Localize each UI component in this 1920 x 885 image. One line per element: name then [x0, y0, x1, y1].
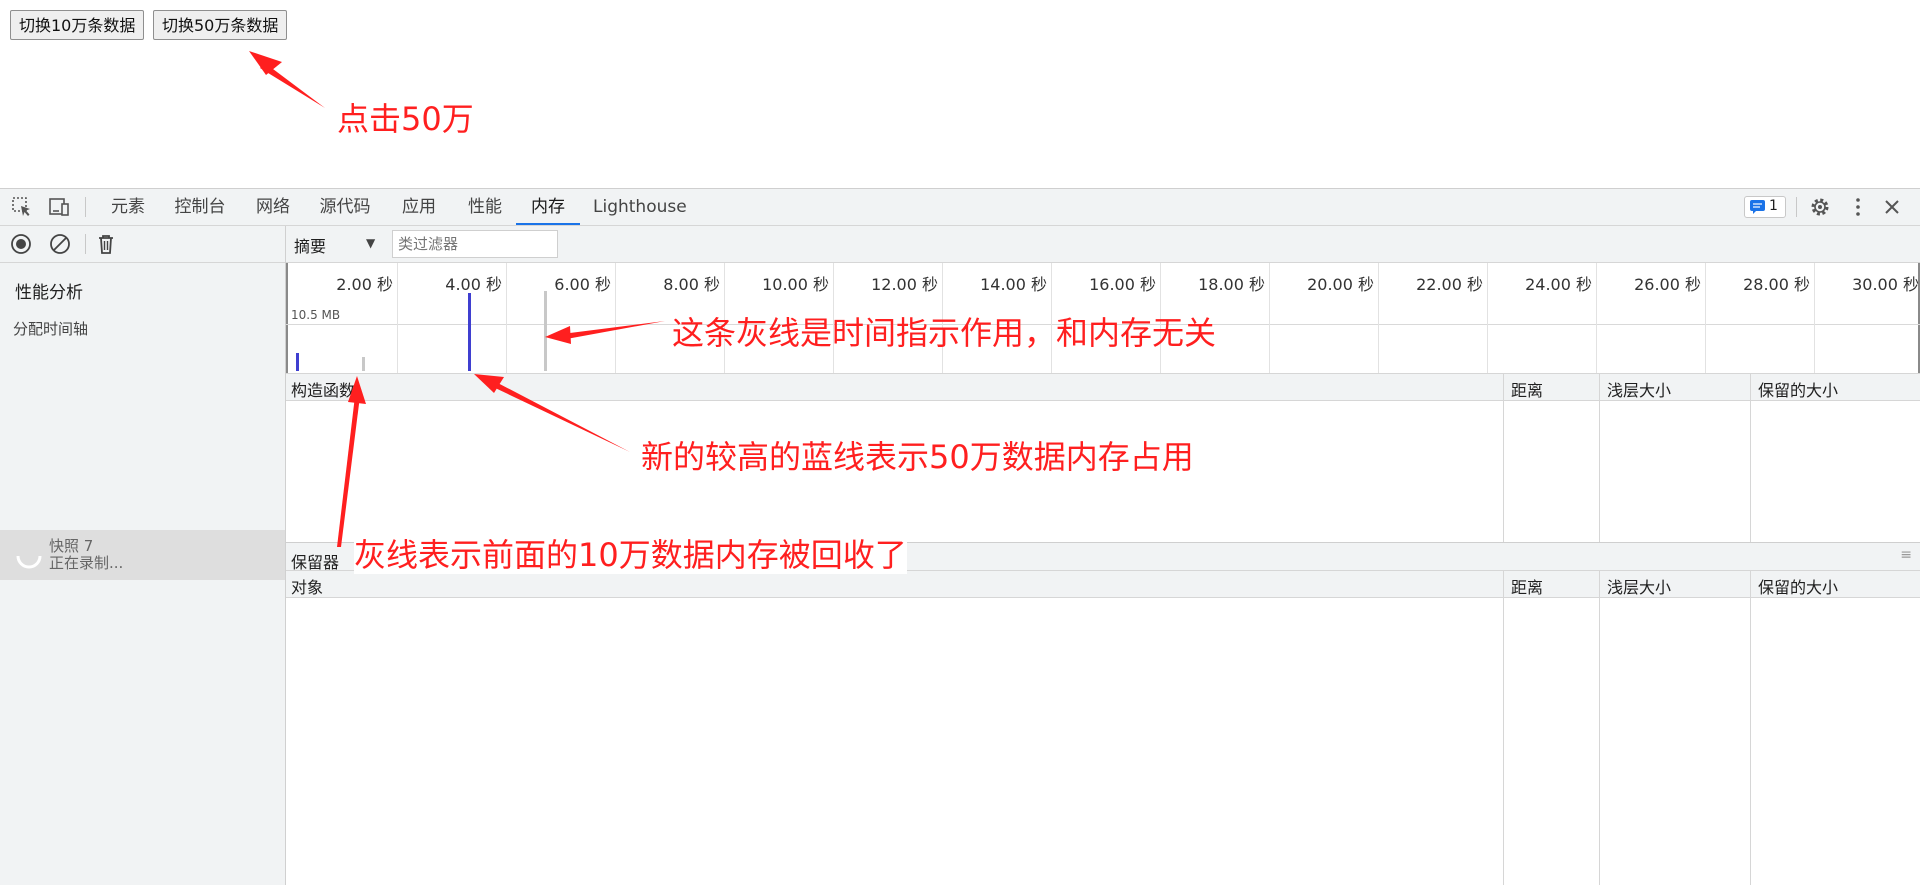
annotation-gray-line-note: 这条灰线是时间指示作用，和内存无关	[672, 314, 1217, 352]
arrowhead-icon	[545, 326, 571, 344]
annotation-click-500k: 点击50万	[337, 100, 474, 138]
arrowhead-icon	[348, 376, 366, 404]
annotation-recycled-note: 灰线表示前面的10万数据内存被回收了	[354, 536, 907, 574]
arrow-to-blue-line	[491, 381, 630, 452]
annotation-blue-line-note: 新的较高的蓝线表示50万数据内存占用	[641, 438, 1194, 476]
arrow-to-recycled-line	[337, 396, 360, 547]
arrowhead-icon	[474, 374, 504, 393]
arrow-to-gray-line	[561, 321, 665, 340]
arrowhead-icon	[249, 51, 282, 75]
